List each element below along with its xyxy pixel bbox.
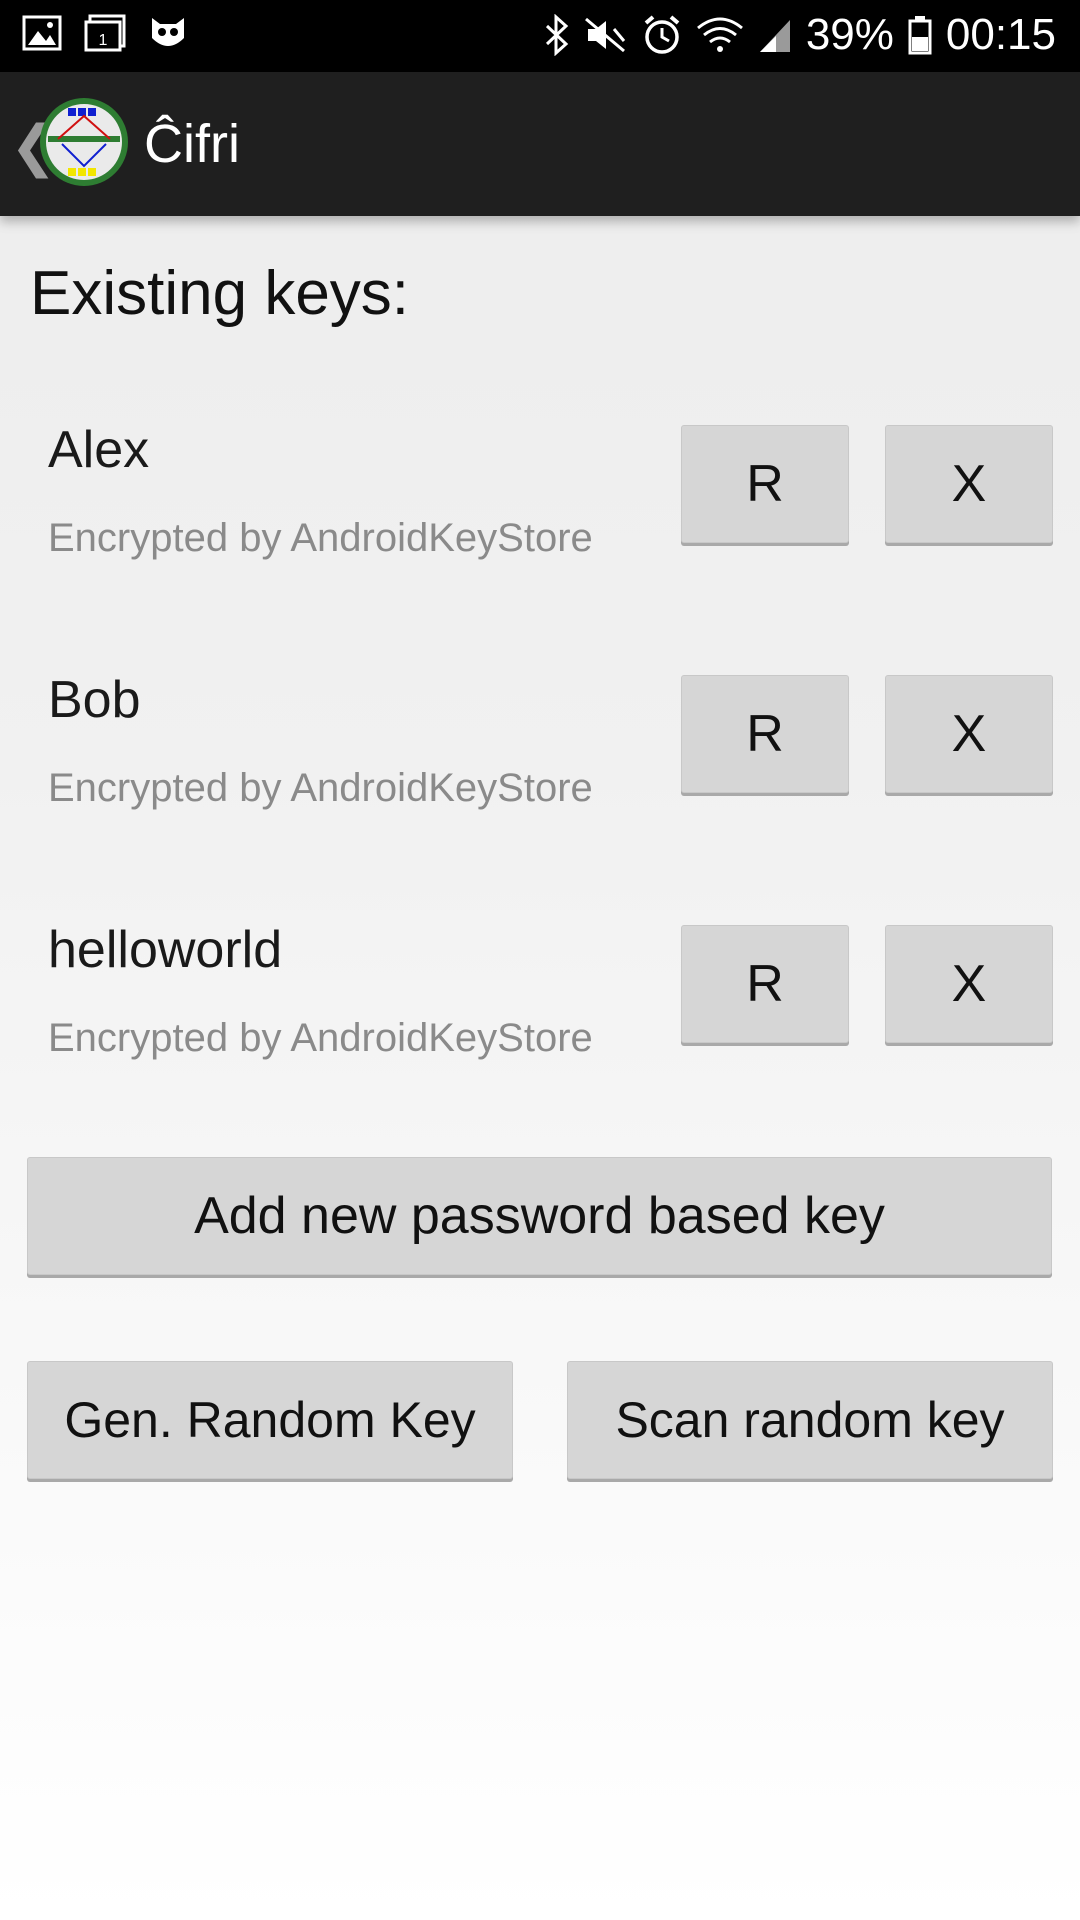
key-encryption-label: Encrypted by AndroidKeyStore <box>48 516 593 560</box>
alarm-icon <box>642 15 682 55</box>
delete-key-button[interactable]: X <box>885 675 1053 793</box>
gallery-icon <box>22 15 62 51</box>
key-name: Bob <box>48 671 141 729</box>
rename-key-button[interactable]: R <box>681 425 849 543</box>
app-logo-icon[interactable] <box>38 96 130 188</box>
calendar-day: 1 <box>99 32 108 49</box>
delete-key-button[interactable]: X <box>885 925 1053 1043</box>
signal-icon <box>758 16 792 54</box>
key-encryption-label: Encrypted by AndroidKeyStore <box>48 1016 593 1060</box>
battery-percent: 39% <box>805 10 894 59</box>
rename-key-button[interactable]: R <box>681 925 849 1043</box>
key-row-alex: Alex Encrypted by AndroidKeyStore R X <box>0 418 1080 578</box>
key-encryption-label: Encrypted by AndroidKeyStore <box>48 766 593 810</box>
mute-icon <box>584 15 628 55</box>
rename-key-button[interactable]: R <box>681 675 849 793</box>
status-bar: 1 39% 00:15 <box>0 0 1080 72</box>
add-password-key-button[interactable]: Add new password based key <box>27 1157 1052 1275</box>
bluetooth-icon <box>544 14 570 56</box>
delete-key-button[interactable]: X <box>885 425 1053 543</box>
battery-icon <box>908 15 932 55</box>
wifi-icon <box>696 16 744 54</box>
key-row-helloworld: helloworld Encrypted by AndroidKeyStore … <box>0 918 1080 1078</box>
owl-icon <box>148 14 188 52</box>
key-name: helloworld <box>48 921 283 979</box>
app-bar: ❮ Ĉifri <box>0 72 1080 216</box>
app-title: Ĉifri <box>144 114 240 174</box>
section-title: Existing keys: <box>30 259 410 328</box>
calendar-icon: 1 <box>84 14 126 52</box>
key-row-bob: Bob Encrypted by AndroidKeyStore R X <box>0 668 1080 828</box>
key-name: Alex <box>48 421 150 479</box>
gen-random-key-button[interactable]: Gen. Random Key <box>27 1361 513 1479</box>
clock: 00:15 <box>945 10 1056 59</box>
scan-random-key-button[interactable]: Scan random key <box>567 1361 1053 1479</box>
